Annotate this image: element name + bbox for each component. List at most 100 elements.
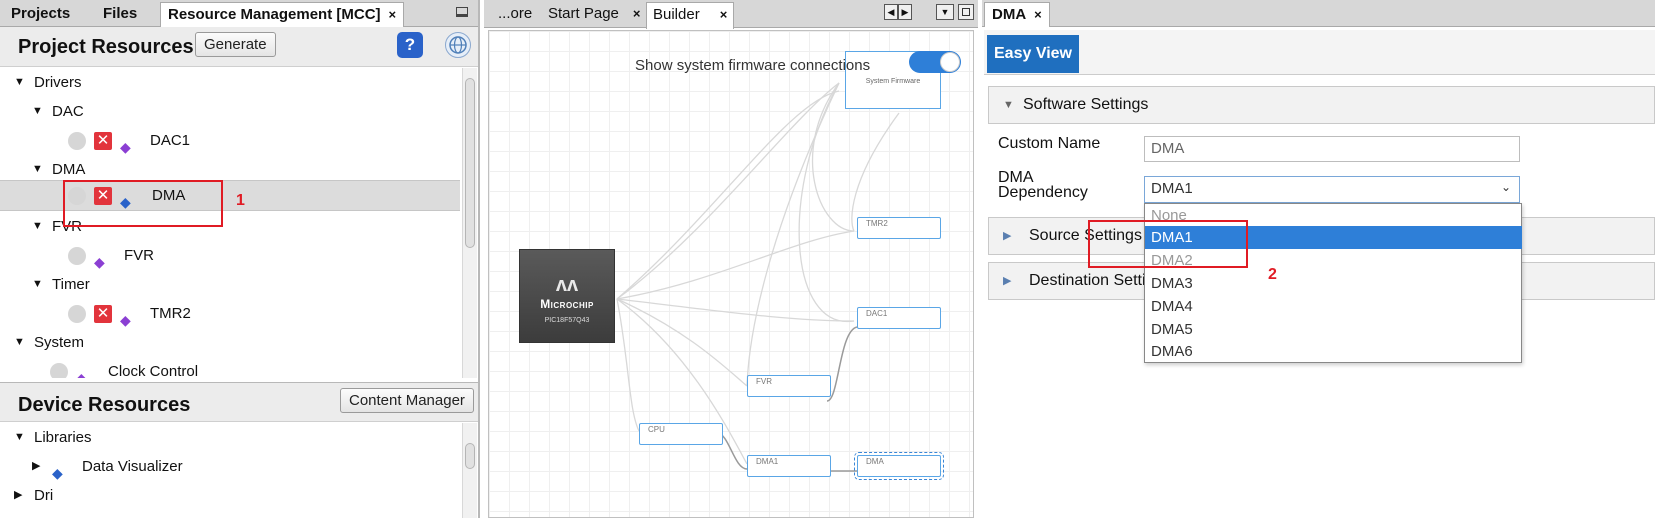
tree-item-clock-control[interactable]: ◆ Clock Control <box>0 357 460 378</box>
firmware-connections-toggle[interactable] <box>909 51 961 73</box>
collapse-icon[interactable]: ▼ <box>1003 87 1014 123</box>
tree-label: DAC <box>52 103 84 120</box>
expand-down-icon[interactable]: ▼ <box>14 328 25 357</box>
label-line: DMA <box>998 169 1034 186</box>
globe-icon[interactable] <box>445 32 471 58</box>
left-panel: Projects Files Resource Management [MCC]… <box>0 0 480 518</box>
annotation-label-1: 1 <box>236 192 245 209</box>
tree-node-dac[interactable]: ▼ DAC <box>0 97 460 126</box>
minimize-icon[interactable] <box>456 7 468 17</box>
scrollbar[interactable] <box>462 423 477 518</box>
mid-tab-bar: ...ore Start Page × Builder × ◀ ▶ ▼ <box>484 0 978 29</box>
scrollbar-thumb[interactable] <box>465 443 475 469</box>
tree-node-data-visualizer[interactable]: ▶ ◆ Data Visualizer <box>0 452 460 481</box>
node-label: DMA1 <box>756 457 779 466</box>
project-resources-header: Project Resources Generate ? <box>0 27 478 67</box>
annotation-box-2 <box>1088 220 1248 268</box>
device-resources-tree: ▼ Libraries ▶ ◆ Data Visualizer ▶ Dri <box>0 423 478 518</box>
chevron-down-icon[interactable]: ⌄ <box>1501 180 1511 194</box>
easy-view-tab[interactable]: Easy View <box>987 35 1079 73</box>
tree-node-drivers-partial[interactable]: ▶ Dri <box>0 481 460 510</box>
tab-projects-label: Projects <box>11 5 71 22</box>
tab-label: Builder <box>653 6 700 23</box>
tree-label: Timer <box>52 276 90 293</box>
tab-more[interactable]: ...ore <box>492 2 538 28</box>
dropdown-option[interactable]: DMA4 <box>1145 295 1522 318</box>
dma-dependency-select[interactable]: DMA1 ⌄ <box>1144 176 1520 203</box>
expand-right-icon[interactable]: ▶ <box>32 452 40 481</box>
tab-dma[interactable]: DMA × <box>984 2 1050 27</box>
node-cpu[interactable]: CPU <box>639 423 723 445</box>
dropdown-option[interactable]: DMA3 <box>1145 272 1522 295</box>
tree-node-libraries[interactable]: ▼ Libraries <box>0 423 460 452</box>
expand-icon[interactable]: ▶ <box>1003 218 1011 254</box>
tab-builder[interactable]: Builder × <box>646 2 735 29</box>
tree-item-tmr2[interactable]: ✕ ◆ TMR2 <box>0 299 460 328</box>
tab-files[interactable]: Files <box>96 2 144 27</box>
generate-button[interactable]: Generate <box>195 32 276 57</box>
builder-canvas[interactable]: System Firmware Show system firmware con… <box>488 30 974 518</box>
dropdown-icon[interactable]: ▼ <box>936 4 954 20</box>
scrollbar-thumb[interactable] <box>465 78 475 248</box>
scroll-left-icon[interactable]: ◀ <box>884 4 898 20</box>
tab-start-page[interactable]: Start Page × <box>542 2 646 28</box>
status-gray-icon <box>68 247 86 265</box>
toggle-label: Show system firmware connections <box>635 57 871 74</box>
project-resources-title: Project Resources <box>18 36 194 58</box>
maximize-icon[interactable] <box>958 4 974 20</box>
node-label: FVR <box>756 377 772 386</box>
layers-icon: ◆ <box>120 139 131 155</box>
tree-item-dac1[interactable]: ✕ ◆ DAC1 <box>0 126 460 155</box>
tree-label: Dri <box>34 487 54 504</box>
tab-projects[interactable]: Projects <box>4 2 77 27</box>
tree-node-drivers[interactable]: ▼ Drivers <box>0 68 460 97</box>
expand-down-icon[interactable]: ▼ <box>32 270 43 299</box>
close-icon[interactable]: × <box>720 7 728 22</box>
expand-down-icon[interactable]: ▼ <box>32 97 43 126</box>
help-icon[interactable]: ? <box>397 32 423 58</box>
expand-down-icon[interactable]: ▼ <box>32 212 43 241</box>
tab-files-label: Files <box>103 5 138 22</box>
microchip-logo-icon: ᴧᴧ <box>555 274 579 296</box>
layers-icon: ◆ <box>94 254 105 270</box>
tree-node-timer[interactable]: ▼ Timer <box>0 270 460 299</box>
mcu-chip[interactable]: ᴧᴧ Microchip PIC18F57Q43 <box>519 249 615 343</box>
node-fvr[interactable]: FVR <box>747 375 831 397</box>
expand-icon[interactable]: ▶ <box>1003 263 1011 299</box>
dma-config-panel: DMA × Easy View ▼ Software Settings Custom… <box>982 0 1655 518</box>
software-settings-header[interactable]: ▼ Software Settings <box>988 86 1655 124</box>
expand-down-icon[interactable]: ▼ <box>14 423 25 452</box>
node-dma1[interactable]: DMA1 <box>747 455 831 477</box>
close-icon[interactable]: × <box>389 7 397 22</box>
annotation-box-1 <box>63 180 223 227</box>
close-icon[interactable]: × <box>1034 7 1042 22</box>
builder-panel: ...ore Start Page × Builder × ◀ ▶ ▼ Syst… <box>484 0 978 518</box>
expand-right-icon[interactable]: ▶ <box>14 481 22 510</box>
tab-resource-management[interactable]: Resource Management [MCC] × <box>160 2 405 27</box>
dropdown-option[interactable]: DMA5 <box>1145 318 1522 341</box>
scrollbar[interactable] <box>462 68 477 378</box>
content-manager-button[interactable]: Content Manager <box>340 388 474 413</box>
view-tab-strip: Easy View <box>984 30 1655 75</box>
node-tmr2[interactable]: TMR2 <box>857 217 941 239</box>
expand-down-icon[interactable]: ▼ <box>14 68 25 97</box>
status-gray-icon <box>68 132 86 150</box>
dropdown-option[interactable]: DMA6 <box>1145 340 1522 363</box>
section-label: Software Settings <box>1023 96 1149 113</box>
scroll-right-icon[interactable]: ▶ <box>898 4 912 20</box>
tree-node-system[interactable]: ▼ System <box>0 328 460 357</box>
remove-icon[interactable]: ✕ <box>94 305 112 323</box>
tab-label: DMA <box>992 6 1027 23</box>
node-dac1[interactable]: DAC1 <box>857 307 941 329</box>
layers-icon: ◆ <box>120 312 131 328</box>
custom-name-input[interactable]: DMA <box>1144 136 1520 162</box>
close-icon[interactable]: × <box>633 6 641 21</box>
node-dma-selected[interactable]: DMA <box>854 452 944 480</box>
status-gray-icon <box>68 305 86 323</box>
tree-label: DAC1 <box>150 132 191 149</box>
remove-icon[interactable]: ✕ <box>94 132 112 150</box>
node-label: System Firmware <box>865 78 921 85</box>
left-tab-bar: Projects Files Resource Management [MCC]… <box>0 0 478 27</box>
tree-item-fvr[interactable]: ◆ FVR <box>0 241 460 270</box>
select-value: DMA1 <box>1151 180 1193 197</box>
